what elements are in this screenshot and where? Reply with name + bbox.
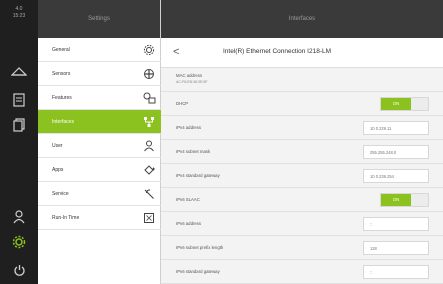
menu-item-user[interactable]: User bbox=[38, 134, 161, 158]
copy-icon bbox=[13, 118, 25, 132]
apps-icon bbox=[137, 164, 161, 176]
ipv6-address-label: IPv6 address bbox=[176, 221, 202, 226]
ipv6-slaac-label: IPv6 SLAAC bbox=[176, 197, 200, 202]
ipv6-slaac-row: IPv6 SLAAC ON bbox=[161, 188, 443, 212]
user-icon bbox=[13, 210, 25, 224]
user-rail-button[interactable] bbox=[0, 204, 38, 230]
left-rail: 4.0 15:23 bbox=[0, 0, 38, 284]
mac-address-row: MAC address AC:F5:EB:38:3E:5F bbox=[161, 68, 443, 92]
menu-item-features[interactable]: Features bbox=[38, 86, 161, 110]
menu-item-service[interactable]: Service bbox=[38, 182, 161, 206]
ipv6-slaac-toggle-on: ON bbox=[381, 194, 411, 206]
network-icon bbox=[137, 116, 161, 128]
settings-rail-button[interactable] bbox=[0, 229, 38, 255]
ipv4-gateway-row: IPv4 standard gateway 10.0.239.254 bbox=[161, 164, 443, 188]
interfaces-header: Interfaces bbox=[161, 0, 443, 38]
menu-item-run-in-time[interactable]: Run-In Time bbox=[38, 206, 161, 230]
menu-item-label: Interfaces bbox=[52, 118, 74, 125]
menu-item-label: Run-In Time bbox=[52, 214, 80, 221]
menu-item-sensors[interactable]: Sensors bbox=[38, 62, 161, 86]
dhcp-toggle-on: ON bbox=[381, 98, 411, 110]
ipv4-gateway-field[interactable]: 10.0.239.254 bbox=[363, 169, 429, 183]
gear-icon bbox=[12, 235, 26, 249]
wrench-icon bbox=[137, 188, 161, 200]
menu-item-label: Service bbox=[52, 190, 69, 197]
detail-titlebar: < Intel(R) Ethernet Connection I218-LM bbox=[161, 38, 443, 68]
dhcp-toggle[interactable]: ON bbox=[380, 97, 429, 111]
interfaces-panel: Interfaces < Intel(R) Ethernet Connectio… bbox=[161, 0, 443, 284]
menu-item-label: Apps bbox=[52, 166, 64, 173]
menu-item-label: User bbox=[52, 142, 63, 149]
ipv4-gateway-label: IPv4 standard gateway bbox=[176, 173, 220, 178]
ipv4-subnet-row: IPv4 subnet mask 255.255.248.0 bbox=[161, 140, 443, 164]
page-title: Intel(R) Ethernet Connection I218-LM bbox=[223, 48, 332, 55]
ipv6-prefix-field[interactable]: 128 bbox=[363, 241, 429, 255]
ipv6-address-row: IPv6 address :: bbox=[161, 212, 443, 236]
rail-status: 4.0 15:23 bbox=[0, 0, 38, 26]
menu-item-general[interactable]: General bbox=[38, 38, 161, 62]
ipv4-subnet-field[interactable]: 255.255.248.0 bbox=[363, 145, 429, 159]
mac-address-label: MAC address bbox=[176, 73, 203, 78]
menu-item-label: Features bbox=[52, 94, 72, 101]
mac-address-value: AC:F5:EB:38:3E:5F bbox=[176, 80, 208, 84]
menu-item-label: Sensors bbox=[52, 70, 71, 77]
sensor-icon bbox=[137, 68, 161, 80]
settings-header: Settings bbox=[38, 0, 160, 38]
power-rail-button[interactable] bbox=[0, 257, 38, 283]
rail-time: 15:23 bbox=[12, 13, 26, 19]
menu-item-apps[interactable]: Apps bbox=[38, 158, 161, 182]
hourglass-icon bbox=[137, 212, 161, 224]
user-icon bbox=[137, 140, 161, 152]
ipv6-address-field[interactable]: :: bbox=[363, 217, 429, 231]
ipv4-subnet-label: IPv4 subnet mask bbox=[176, 149, 211, 154]
ipv4-address-field[interactable]: 10.0.229.11 bbox=[363, 121, 429, 135]
features-icon bbox=[137, 92, 161, 104]
ipv6-slaac-toggle[interactable]: ON bbox=[380, 193, 429, 207]
ipv4-address-label: IPv4 address bbox=[176, 125, 202, 130]
menu-item-label: General bbox=[52, 46, 70, 53]
ipv6-gateway-field[interactable]: :: bbox=[363, 265, 429, 279]
ipv6-prefix-row: IPv6 subnet prefix length 128 bbox=[161, 236, 443, 260]
ipv6-gateway-row: IPv6 standard gateway :: bbox=[161, 260, 443, 284]
copy-rail-button[interactable] bbox=[0, 112, 38, 138]
back-button[interactable]: < bbox=[173, 46, 179, 58]
home-rail-button[interactable] bbox=[0, 58, 38, 84]
ipv4-address-row: IPv4 address 10.0.229.11 bbox=[161, 116, 443, 140]
ipv6-prefix-label: IPv6 subnet prefix length bbox=[176, 245, 224, 250]
document-rail-button[interactable] bbox=[0, 87, 38, 113]
ipv6-gateway-label: IPv6 standard gateway bbox=[176, 269, 220, 274]
gear-icon bbox=[137, 44, 161, 56]
settings-column: Settings General Sensors Features Interf… bbox=[38, 0, 161, 284]
dhcp-label: DHCP bbox=[176, 101, 189, 106]
dhcp-row: DHCP ON bbox=[161, 92, 443, 116]
mountain-icon bbox=[11, 67, 27, 76]
power-icon bbox=[13, 264, 25, 276]
rail-version: 4.0 bbox=[15, 6, 23, 12]
document-icon bbox=[13, 93, 25, 107]
menu-item-interfaces[interactable]: Interfaces bbox=[38, 110, 161, 134]
